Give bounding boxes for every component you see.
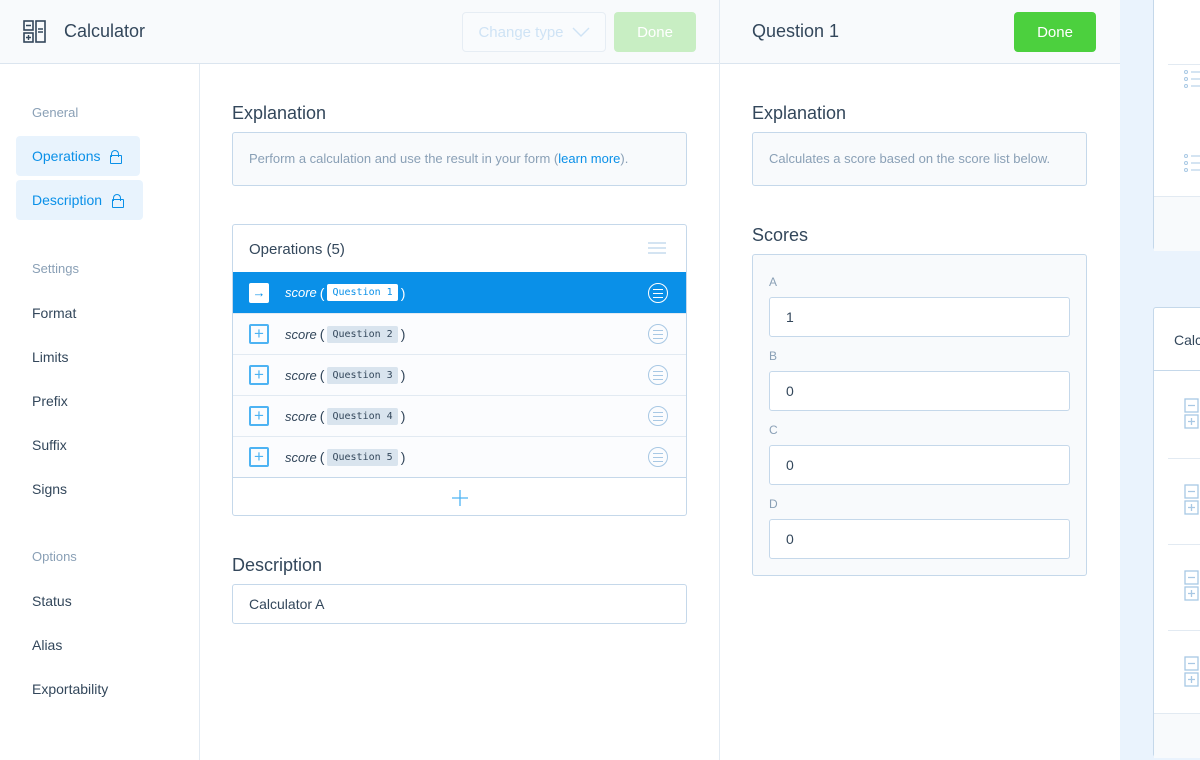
explanation-heading: Explanation xyxy=(232,103,327,123)
preview-card xyxy=(1153,0,1200,251)
list-icon xyxy=(1184,70,1200,88)
row-menu-icon[interactable] xyxy=(648,365,668,385)
operation-argument[interactable]: Question 5 xyxy=(327,448,398,466)
change-type-label: Change type xyxy=(478,23,564,41)
explanation-end: ). xyxy=(620,151,629,166)
row-menu-icon[interactable] xyxy=(648,282,668,303)
plus-box-icon: + xyxy=(249,324,269,344)
arrow-right-icon: → xyxy=(249,282,269,303)
sidebar: General Operations Description Settings … xyxy=(0,64,200,760)
done-button[interactable]: Done xyxy=(1014,12,1096,52)
sidebar-item-prefix[interactable]: Prefix xyxy=(32,393,68,409)
row-menu-icon[interactable] xyxy=(648,406,668,426)
operation-function: score xyxy=(285,449,317,465)
question-title: Question 1 xyxy=(752,21,840,41)
operation-argument[interactable]: Question 2 xyxy=(327,325,398,343)
explanation-text: Perform a calculation and use the result… xyxy=(249,151,559,166)
operation-function: score xyxy=(285,285,317,300)
calculator-small-icon xyxy=(1184,484,1199,515)
score-label: A xyxy=(769,275,778,289)
question-header: Question 1 Done xyxy=(720,0,1120,64)
paren-open: ( xyxy=(319,408,325,424)
paren-close: ) xyxy=(400,449,406,465)
description-input[interactable]: Calculator A xyxy=(232,584,687,624)
calculator-icon xyxy=(23,20,46,43)
explanation-box: Perform a calculation and use the result… xyxy=(232,132,687,186)
plus-box-icon: + xyxy=(249,406,269,426)
divider xyxy=(719,0,720,760)
learn-more-link[interactable]: learn more xyxy=(558,151,620,166)
operation-function: score xyxy=(285,326,317,342)
score-input[interactable]: 1 xyxy=(769,297,1070,337)
sidebar-item-suffix[interactable]: Suffix xyxy=(32,437,67,453)
operation-function: score xyxy=(285,408,317,424)
sidebar-item-operations[interactable]: Operations xyxy=(16,136,140,176)
plus-icon xyxy=(451,489,468,506)
paren-open: ( xyxy=(319,449,325,465)
scores-panel: A 1 B 0 C 0 D 0 xyxy=(752,254,1087,576)
sidebar-item-label: Description xyxy=(32,192,103,208)
sidebar-item-alias[interactable]: Alias xyxy=(32,637,62,653)
calculator-small-icon xyxy=(1184,398,1199,429)
description-heading: Description xyxy=(232,555,323,575)
sidebar-item-format[interactable]: Format xyxy=(32,305,76,321)
operation-function: score xyxy=(285,367,317,383)
paren-close: ) xyxy=(400,408,406,424)
score-input[interactable]: 0 xyxy=(769,371,1070,411)
operation-argument[interactable]: Question 1 xyxy=(327,284,398,301)
plus-box-icon: + xyxy=(249,365,269,385)
calculator-small-icon xyxy=(1184,656,1199,687)
paren-close: ) xyxy=(400,326,406,342)
paren-open: ( xyxy=(319,326,325,342)
done-button-disabled[interactable]: Done xyxy=(614,12,696,52)
score-label: D xyxy=(769,497,778,511)
score-label: C xyxy=(769,423,778,437)
score-input[interactable]: 0 xyxy=(769,519,1070,559)
calculator-card-title: Calc xyxy=(1174,332,1200,348)
paren-close: ) xyxy=(400,367,406,383)
change-type-button[interactable]: Change type xyxy=(462,12,606,52)
editor-header: Calculator Change type Done xyxy=(0,0,720,64)
score-input[interactable]: 0 xyxy=(769,445,1070,485)
section-settings: Settings xyxy=(32,261,79,276)
question-explanation-box: Calculates a score based on the score li… xyxy=(752,132,1087,186)
sidebar-item-exportability[interactable]: Exportability xyxy=(32,681,108,697)
operation-argument[interactable]: Question 4 xyxy=(327,407,398,425)
question-explanation-heading: Explanation xyxy=(752,103,847,123)
operation-row[interactable]: → score ( Question 1 ) xyxy=(233,272,686,313)
sidebar-item-limits[interactable]: Limits xyxy=(32,349,69,365)
operation-row[interactable]: + score ( Question 5 ) xyxy=(233,436,686,477)
score-label: B xyxy=(769,349,778,363)
calculator-card: Calc xyxy=(1153,307,1200,758)
menu-icon[interactable] xyxy=(648,242,666,254)
calculator-small-icon xyxy=(1184,570,1199,601)
row-menu-icon[interactable] xyxy=(648,324,668,344)
add-operation-button[interactable] xyxy=(233,477,686,515)
paren-open: ( xyxy=(319,284,325,301)
section-options: Options xyxy=(32,549,77,564)
sidebar-item-status[interactable]: Status xyxy=(32,593,72,609)
plus-box-icon: + xyxy=(249,447,269,467)
operations-title: Operations (5) xyxy=(249,241,345,258)
list-icon xyxy=(1184,154,1200,172)
paren-open: ( xyxy=(319,367,325,383)
section-general: General xyxy=(32,105,79,120)
panel-title: Calculator xyxy=(64,21,146,41)
lock-icon xyxy=(110,150,123,164)
operation-row[interactable]: + score ( Question 4 ) xyxy=(233,395,686,436)
sidebar-item-description[interactable]: Description xyxy=(16,180,143,220)
scores-heading: Scores xyxy=(752,225,809,245)
operation-argument[interactable]: Question 3 xyxy=(327,366,398,384)
operation-row[interactable]: + score ( Question 2 ) xyxy=(233,313,686,354)
sidebar-item-signs[interactable]: Signs xyxy=(32,481,67,497)
operations-panel: Operations (5) → score ( Question 1 ) + … xyxy=(232,224,687,516)
operation-row[interactable]: + score ( Question 3 ) xyxy=(233,354,686,395)
lock-icon xyxy=(112,194,125,208)
chevron-down-icon xyxy=(572,27,590,37)
sidebar-item-label: Operations xyxy=(32,148,101,164)
paren-close: ) xyxy=(400,284,406,301)
row-menu-icon[interactable] xyxy=(648,447,668,467)
